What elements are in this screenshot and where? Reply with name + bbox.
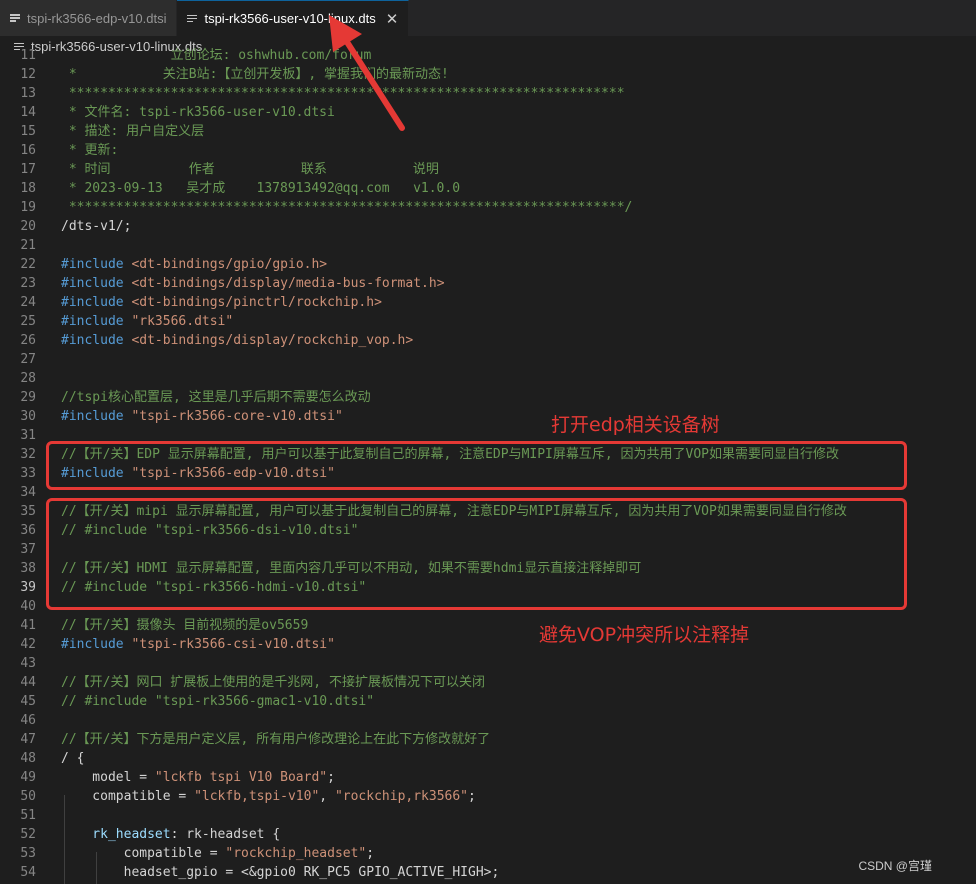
watermark: CSDN @宫瑾 [858,859,932,873]
arrow-shaft [344,39,405,131]
arrow-annotation [329,15,405,131]
arrow-head-icon [329,15,362,52]
